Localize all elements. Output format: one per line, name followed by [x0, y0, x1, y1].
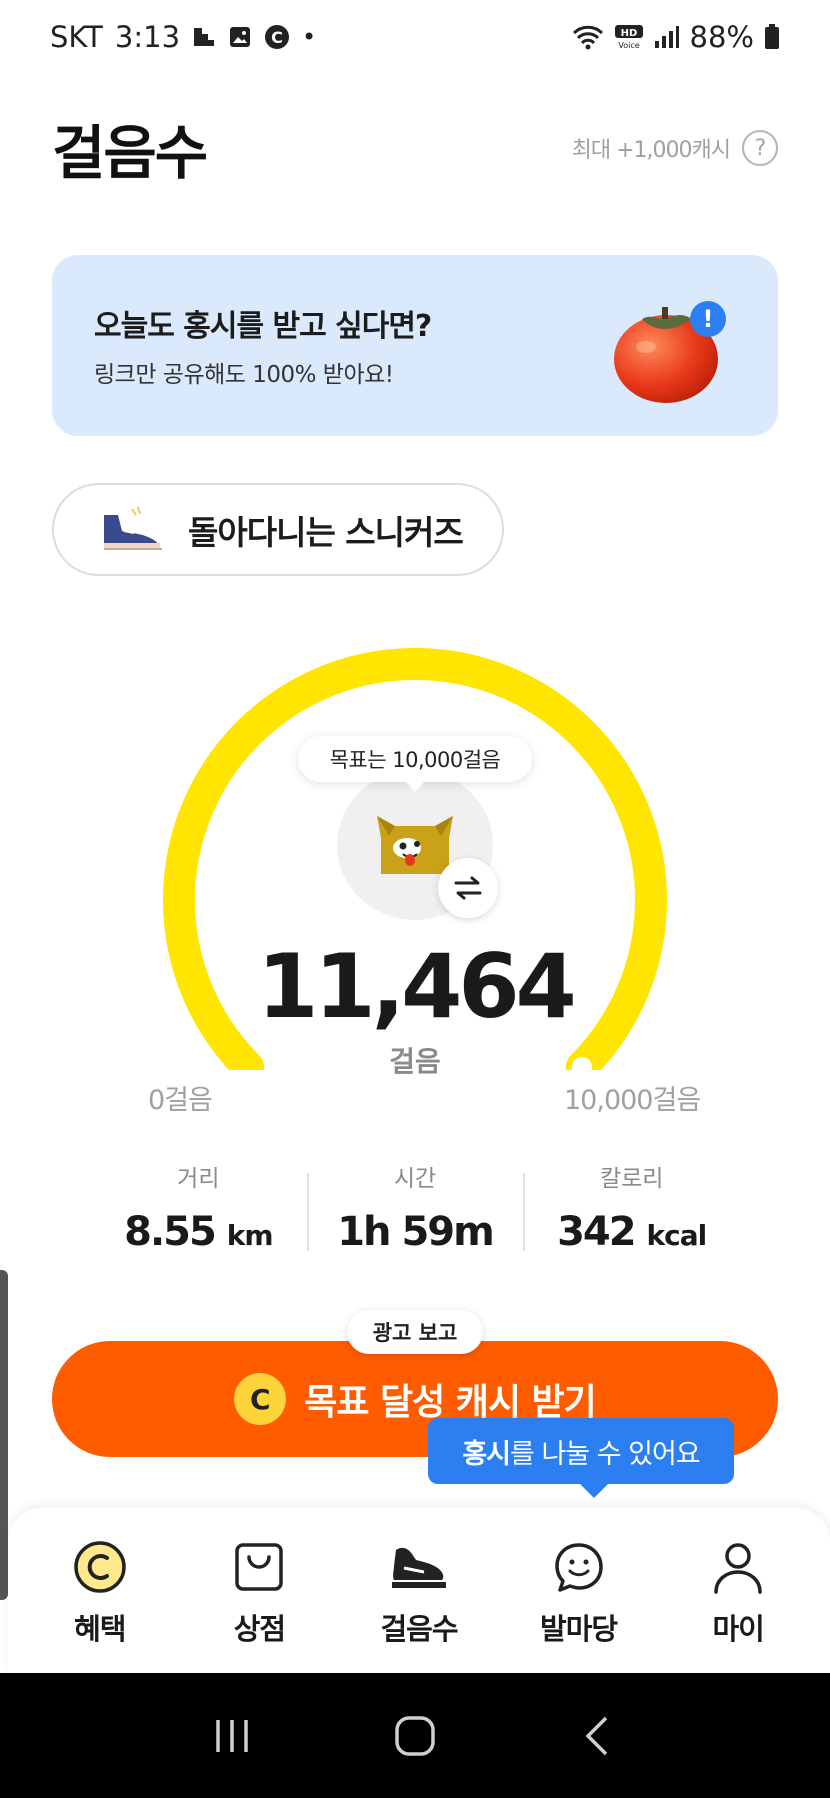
stat-calories: 칼로리 342 kcal — [523, 1155, 740, 1255]
alert-badge-text: ! — [703, 305, 714, 333]
ad-label-pill: 광고 보고 — [347, 1310, 483, 1354]
svg-text:Voice: Voice — [618, 41, 639, 50]
stat-time: 시간 1h 59m — [306, 1155, 524, 1255]
stairs-icon — [194, 28, 215, 46]
tab-shop[interactable]: 상점 — [180, 1538, 340, 1673]
system-nav-bar — [0, 1673, 830, 1798]
shopping-bag-icon — [235, 1543, 284, 1591]
tab-benefits[interactable]: 혜택 — [20, 1538, 180, 1673]
tab-label: 마이 — [712, 1612, 764, 1646]
bottom-tab-bar: 혜택 상점 걸음수 발마당 마이 — [8, 1508, 830, 1673]
tab-label: 발마당 — [540, 1612, 618, 1646]
activity-stats: 거리 8.55 km 시간 1h 59m 칼로리 342 kcal — [90, 1155, 740, 1255]
tooltip-bold: 홍시 — [462, 1438, 511, 1470]
shoe-icon — [391, 1547, 446, 1588]
sneaker-label: 돌아다니는 스니커즈 — [188, 512, 464, 552]
header: 걸음수 최대 +1,000캐시 ? — [52, 104, 778, 192]
swap-character-button[interactable] — [438, 858, 498, 918]
share-tooltip[interactable]: 홍시 를 나눌 수 있어요 — [428, 1418, 734, 1498]
chat-smile-icon — [554, 1543, 603, 1592]
stat-label: 시간 — [393, 1166, 437, 1192]
battery-icon — [765, 24, 779, 49]
tab-label: 걸음수 — [380, 1612, 458, 1646]
home-button[interactable] — [385, 1706, 445, 1766]
recent-apps-button[interactable] — [202, 1706, 262, 1766]
hd-voice-icon: HD Voice — [614, 25, 643, 50]
sneaker-selector[interactable]: 돌아다니는 스니커즈 — [52, 483, 504, 576]
stat-unit: kcal — [646, 1219, 708, 1252]
stat-label: 칼로리 — [599, 1166, 664, 1192]
signal-icon — [654, 26, 679, 48]
tab-label: 상점 — [233, 1612, 286, 1646]
image-icon — [230, 27, 251, 47]
banner-subtitle: 링크만 공유해도 100% 받아요! — [94, 362, 394, 388]
stat-label: 거리 — [177, 1166, 220, 1192]
tab-label: 혜택 — [74, 1612, 126, 1646]
max-cash-label: 최대 +1,000캐시 — [571, 138, 731, 163]
page-title: 걸음수 — [52, 119, 208, 187]
battery-percent: 88% — [689, 20, 754, 54]
recent-apps-icon — [215, 1719, 248, 1752]
svg-text:C: C — [271, 28, 283, 47]
sneaker-icon — [104, 506, 162, 550]
stat-value: 342 — [557, 1209, 636, 1255]
gauge-min-label: 0걸음 — [148, 1085, 213, 1116]
swap-arrows-icon — [454, 876, 482, 900]
help-icon[interactable]: ? — [742, 130, 778, 166]
banner-title: 오늘도 홍시를 받고 싶다면? — [94, 309, 432, 344]
tab-steps[interactable]: 걸음수 — [339, 1538, 499, 1673]
c-icon: C — [265, 25, 290, 49]
stat-distance: 거리 8.55 km — [90, 1155, 307, 1255]
status-bar: SKT 3:13 C • HD Voice 88% — [0, 0, 830, 74]
tab-my[interactable]: 마이 — [658, 1538, 818, 1673]
clock: 3:13 — [114, 20, 181, 54]
back-button[interactable] — [568, 1706, 628, 1766]
dot-icon: • — [302, 23, 317, 51]
person-icon — [714, 1543, 762, 1594]
wifi-icon — [572, 25, 603, 50]
coin-tab-icon — [74, 1541, 126, 1593]
stat-value: 1h 59m — [337, 1209, 495, 1255]
goal-bubble: 목표는 10,000걸음 — [298, 736, 532, 792]
edge-panel-handle[interactable] — [0, 1270, 8, 1600]
coin-icon: C — [234, 1373, 287, 1425]
stat-unit: km — [226, 1219, 274, 1252]
home-icon — [395, 1715, 435, 1756]
share-banner[interactable]: 오늘도 홍시를 받고 싶다면? 링크만 공유해도 100% 받아요! ! — [52, 255, 778, 436]
tooltip-text: 를 나눌 수 있어요 — [510, 1438, 701, 1470]
step-unit: 걸음 — [389, 1045, 441, 1078]
max-cash-info: 최대 +1,000캐시 ? — [572, 130, 778, 166]
svg-text:HD: HD — [620, 28, 637, 39]
carrier: SKT — [50, 20, 103, 54]
step-count: 11,464 — [257, 935, 577, 1038]
back-icon — [585, 1716, 608, 1755]
persimmon-icon: ! — [614, 301, 726, 403]
stat-value-wrap: 1h 59m — [307, 1209, 524, 1255]
tab-community[interactable]: 발마당 — [499, 1538, 659, 1673]
stat-value-wrap: 342 kcal — [523, 1209, 740, 1255]
gauge-max-label: 10,000걸음 — [564, 1085, 701, 1116]
stat-value-wrap: 8.55 km — [90, 1209, 307, 1255]
stat-value: 8.55 — [124, 1209, 217, 1255]
